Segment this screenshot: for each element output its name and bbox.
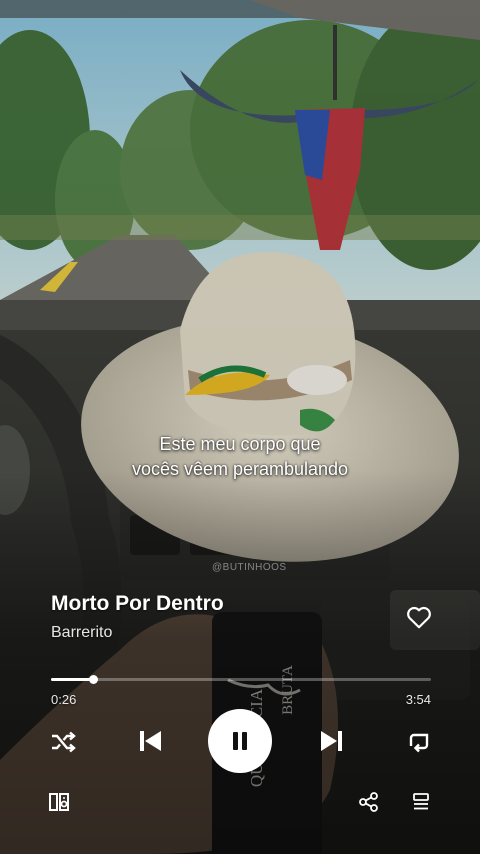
lyrics-line-2: vocês vêem perambulando <box>131 459 349 479</box>
next-button[interactable] <box>316 725 348 757</box>
heart-outline-icon <box>407 606 431 629</box>
share-button[interactable] <box>356 789 382 815</box>
previous-button[interactable] <box>134 725 166 757</box>
shuffle-icon <box>52 731 76 753</box>
box-text-top: BRUTA <box>280 665 296 715</box>
share-icon <box>359 792 378 812</box>
lyrics-line-1: Este meu corpo que <box>159 434 321 454</box>
time-elapsed: 0:26 <box>51 692 77 707</box>
queue-button[interactable] <box>408 789 434 815</box>
repeat-icon <box>409 733 429 753</box>
connect-devices-icon <box>49 793 69 811</box>
lyrics-overlay: Este meu corpo que vocês vêem perambulan… <box>0 432 480 482</box>
skip-previous-icon <box>140 731 161 751</box>
skip-next-icon <box>321 731 342 751</box>
pause-icon <box>233 732 247 750</box>
progress-bar[interactable] <box>51 675 431 684</box>
time-total: 3:54 <box>405 692 431 707</box>
watermark: @BUTINHOOS <box>212 562 287 573</box>
progress-fill <box>51 678 93 681</box>
track-artist[interactable]: Barrerito <box>51 624 112 642</box>
connect-devices-button[interactable] <box>45 788 73 816</box>
track-title[interactable]: Morto Por Dentro <box>51 592 224 616</box>
progress-knob[interactable] <box>88 675 98 684</box>
shuffle-button[interactable] <box>48 727 78 757</box>
queue-icon <box>413 793 429 810</box>
like-button[interactable] <box>404 602 434 632</box>
repeat-button[interactable] <box>404 727 434 757</box>
play-pause-button[interactable] <box>208 709 272 773</box>
